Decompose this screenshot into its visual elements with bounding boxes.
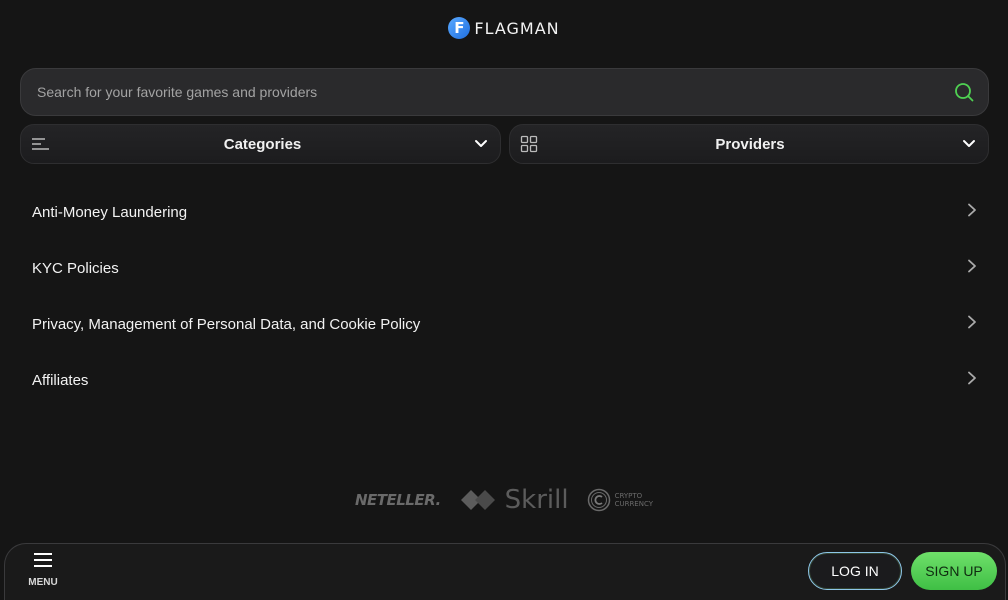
policy-links-list: Anti-Money Laundering KYC Policies Priva… bbox=[20, 184, 989, 408]
bottom-bar: MENU LOG IN SIGN UP bbox=[4, 543, 1006, 600]
crypto-line2: CURRENCY bbox=[614, 500, 654, 508]
grid-icon bbox=[520, 135, 538, 153]
list-item-label: Affiliates bbox=[32, 371, 89, 389]
chevron-right-icon bbox=[967, 259, 977, 278]
chevron-right-icon bbox=[967, 371, 977, 390]
hamburger-icon bbox=[33, 552, 53, 573]
crypto-line1: CRYPTO bbox=[614, 492, 643, 500]
list-item-label: KYC Policies bbox=[32, 259, 119, 277]
skrill-diamond-icon bbox=[460, 490, 495, 510]
providers-label: Providers bbox=[715, 135, 785, 153]
categories-dropdown[interactable]: Categories bbox=[20, 124, 501, 164]
link-privacy-policy[interactable]: Privacy, Management of Personal Data, an… bbox=[20, 296, 989, 352]
search-bar[interactable] bbox=[20, 68, 989, 116]
chevron-down-icon bbox=[962, 139, 976, 149]
crypto-text: CRYPTO CURRENCY bbox=[615, 492, 653, 508]
link-kyc-policies[interactable]: KYC Policies bbox=[20, 240, 989, 296]
skrill-logo: Skrill bbox=[459, 485, 569, 515]
chevron-down-icon bbox=[474, 139, 488, 149]
header: F FLAGMAN bbox=[0, 0, 1008, 56]
login-button[interactable]: LOG IN bbox=[808, 552, 902, 590]
link-affiliates[interactable]: Affiliates bbox=[20, 352, 989, 408]
providers-dropdown[interactable]: Providers bbox=[509, 124, 989, 164]
crypto-coin-icon bbox=[587, 488, 610, 512]
menu-label: MENU bbox=[28, 577, 58, 588]
logo[interactable]: F FLAGMAN bbox=[448, 17, 559, 39]
search-input[interactable] bbox=[37, 84, 954, 100]
signup-button[interactable]: SIGN UP bbox=[911, 552, 997, 590]
neteller-logo: NETELLER. bbox=[354, 491, 441, 509]
crypto-currency-logo: CRYPTO CURRENCY bbox=[587, 488, 653, 512]
chevron-right-icon bbox=[967, 315, 977, 334]
logo-badge-icon: F bbox=[448, 17, 471, 39]
categories-label: Categories bbox=[223, 135, 302, 153]
list-item-label: Anti-Money Laundering bbox=[32, 203, 188, 221]
link-anti-money-laundering[interactable]: Anti-Money Laundering bbox=[20, 184, 989, 240]
list-icon bbox=[31, 137, 51, 151]
search-icon[interactable] bbox=[954, 82, 974, 102]
menu-button[interactable]: MENU bbox=[23, 552, 63, 596]
chevron-right-icon bbox=[967, 203, 977, 222]
list-item-label: Privacy, Management of Personal Data, an… bbox=[32, 315, 421, 333]
skrill-text: Skrill bbox=[504, 485, 569, 515]
payment-methods: NETELLER. Skrill CRYPTO CURRENCY bbox=[0, 480, 1008, 520]
logo-text: FLAGMAN bbox=[474, 18, 560, 38]
